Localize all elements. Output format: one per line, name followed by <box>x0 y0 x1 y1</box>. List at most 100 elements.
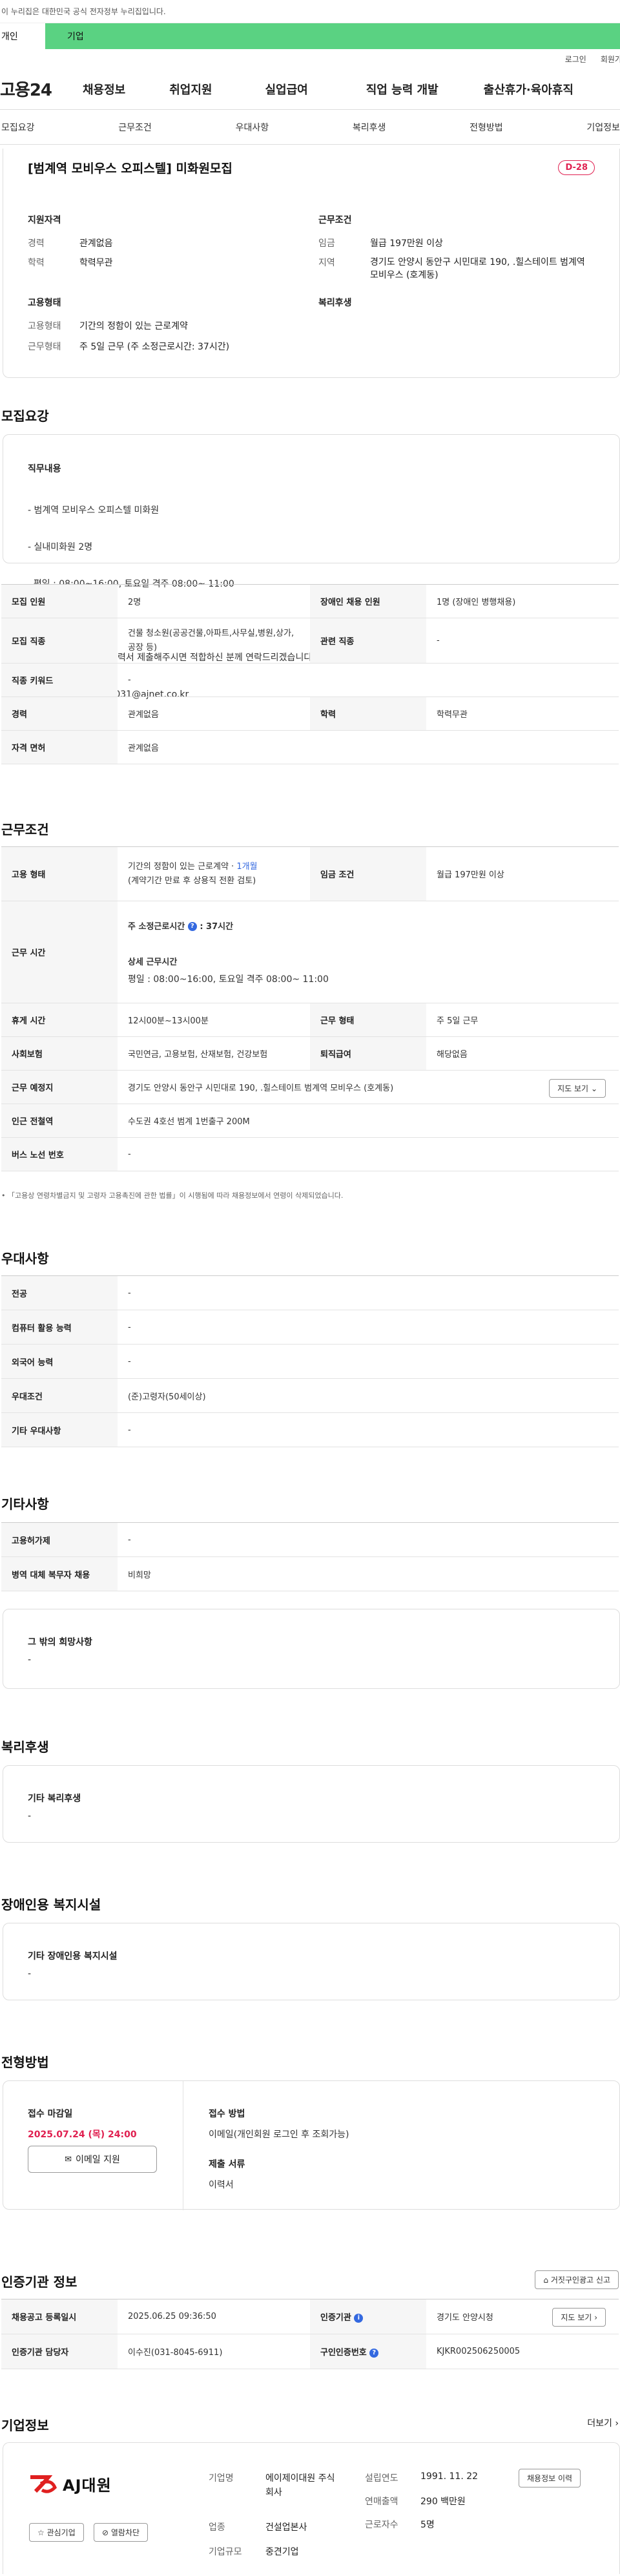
nav-item-training[interactable]: 직업 능력 개발 <box>366 81 439 98</box>
row-label: 인증기관 담당자 <box>1 2334 118 2369</box>
time-detail: 평일 : 08:00~16:00, 토요일 격주 08:00~ 11:00 <box>128 974 329 985</box>
anchor-company[interactable]: 기업정보 <box>586 121 620 134</box>
anchor-workcond[interactable]: 근무조건 <box>118 121 152 134</box>
tab-individual[interactable]: 개인 <box>0 23 45 49</box>
row-value: 12시00분~13시00분 <box>118 1003 310 1037</box>
cert-label: 구인인증번호 <box>320 2348 367 2358</box>
pref-table: 전공 - 컴퓨터 활용 능력 - 외국어 능력 - 우대조건 (준)고령자(50세이상)… <box>1 1275 619 1447</box>
deadline-head: 접수 마감일 <box>28 2109 73 2119</box>
duty-line: - 실내미화원 2명 <box>28 542 93 552</box>
report-button[interactable]: ⌂ 거짓구인광고 신고 <box>535 2270 619 2289</box>
emp-head: 고용형태 <box>28 298 61 308</box>
chevron-down-icon: ⌄ <box>590 1084 597 1093</box>
row-value: KJKR002506250005 <box>426 2334 619 2369</box>
gov-notice: 이 누리집은 대한민국 공식 전자정부 누리집입니다. <box>1 7 166 16</box>
edu-value: 학력무관 <box>79 258 113 268</box>
block-icon: ⊘ <box>102 2528 109 2537</box>
apply-button-label: 이메일 지원 <box>76 2155 120 2165</box>
time-hours: : 37시간 <box>200 921 234 932</box>
site-logo[interactable]: 고용24 <box>0 77 65 101</box>
row-label: 전공 <box>1 1275 118 1310</box>
emp-type: 기간의 정함이 있는 근로계약 · <box>128 861 237 872</box>
row-value: 월급 197만원 이상 <box>426 846 619 901</box>
email-apply-button[interactable]: ✉ 이메일 지원 <box>28 2146 157 2173</box>
sales-label: 연매출액 <box>365 2497 398 2507</box>
row-label: 관련 직종 <box>310 618 426 664</box>
org-label: 인증기관 <box>320 2313 351 2323</box>
login-link[interactable]: 로그인 <box>565 54 586 65</box>
map-button-label: 지도 보기 <box>557 1084 589 1093</box>
job-title: [범계역 모비우스 오피스텔] 미화원모집 <box>28 162 232 176</box>
row-value: 주 소정근로시간 ? : 37시간 상세 근무시간 평일 : 08:00~16:… <box>118 901 619 1003</box>
nav-item-jobs[interactable]: 채용정보 <box>83 81 125 98</box>
cert-section-title: 인증기관 정보 <box>1 2274 78 2290</box>
aj-logo-icon <box>30 2475 57 2493</box>
row-value: 이수진(031-8045-6911) <box>118 2334 310 2369</box>
row-value: 경기도 안양시 동안구 시민대로 190, .힐스테이트 범계역 모비우스 (호… <box>118 1070 619 1104</box>
etc-other-box: 그 밖의 희망사항 - <box>3 1609 620 1689</box>
emp-count-value: 5명 <box>420 2520 435 2530</box>
screen-box: 접수 마감일 2025.07.24 (목) 24:00 ✉ 이메일 지원 접수 방… <box>3 2080 620 2210</box>
help-icon[interactable]: ? <box>187 922 197 931</box>
more-label: 더보기 <box>587 2418 612 2429</box>
job-history-label: 채용정보 이력 <box>527 2474 573 2483</box>
block-label: 열람차단 <box>110 2528 140 2537</box>
main-nav: 고용24 채용정보 취업지원 실업급여 직업 능력 개발 출산휴가·육아휴직 <box>0 68 620 110</box>
help-icon[interactable]: ? <box>369 2348 379 2358</box>
wage-value: 월급 197만원 이상 <box>370 238 443 249</box>
work-value: 주 5일 근무 (주 소정근로시간: 37시간) <box>79 342 230 352</box>
anchor-welfare[interactable]: 복리후생 <box>353 121 386 134</box>
chevron-right-icon: › <box>594 2313 597 2322</box>
deadline-value: 2025.07.24 (목) 24:00 <box>28 2130 137 2140</box>
row-value: - <box>118 1310 619 1345</box>
dday-badge: D-28 <box>558 160 595 175</box>
method-head: 접수 방법 <box>209 2109 245 2119</box>
nav-item-unemployment[interactable]: 실업급여 <box>265 81 308 98</box>
fav-company-button[interactable]: ☆ 관심기업 <box>29 2523 84 2542</box>
row-label: 버스 노선 번호 <box>1 1137 118 1171</box>
etc-table: 고용허가제 - 병역 대체 복무자 채용 비희망 <box>1 1522 619 1591</box>
logo-text: AJ대원 <box>63 2477 112 2495</box>
row-value: 학력무관 <box>426 696 619 731</box>
size-value: 중견기업 <box>265 2547 299 2557</box>
recruit-table: 모집 인원 2명 장애인 채용 인원 1명 (장애인 병행채용) 모집 직종 건물 청소… <box>1 584 619 764</box>
fav-label: 관심기업 <box>46 2528 76 2537</box>
row-label: 퇴직급여 <box>310 1036 426 1071</box>
row-value: - <box>118 663 619 697</box>
disab-section-title: 장애인용 복지시설 <box>1 1897 101 1912</box>
job-history-button[interactable]: 채용정보 이력 <box>519 2469 581 2487</box>
join-link[interactable]: 회원가입 <box>601 54 620 65</box>
row-label: 직종 키워드 <box>1 663 118 697</box>
row-label: 인증기관 i <box>310 2299 426 2334</box>
row-value: 국민연금, 고용보험, 산재보험, 건강보험 <box>118 1036 310 1071</box>
row-label: 모집 인원 <box>1 584 118 618</box>
row-label: 장애인 채용 인원 <box>310 584 426 618</box>
anchor-recruit[interactable]: 모집요강 <box>1 121 35 134</box>
info-icon[interactable]: i <box>354 2313 364 2323</box>
nav-item-support[interactable]: 취업지원 <box>169 81 212 98</box>
cert-table: 채용공고 등록일시 2025.06.25 09:36:50 인증기관 i 경기도 안… <box>1 2299 619 2369</box>
docs-head: 제출 서류 <box>209 2159 245 2170</box>
cert-map-button[interactable]: 지도 보기 › <box>552 2308 606 2327</box>
qual-head: 지원자격 <box>28 215 61 225</box>
region-label: 지역 <box>318 258 335 268</box>
other-head: 그 밖의 희망사항 <box>28 1637 92 1648</box>
company-logo: AJ대원 <box>29 2473 112 2495</box>
year-value: 1991. 11. 22 <box>420 2471 479 2482</box>
row-value: 관계없음 <box>118 730 619 764</box>
anchor-pref[interactable]: 우대사항 <box>236 121 269 134</box>
emp-period: 1개월 <box>236 861 258 872</box>
tab-corporate[interactable]: 기업 <box>45 23 620 49</box>
emp-value: 기간의 정함이 있는 근로계약 <box>79 321 188 331</box>
workcond-table: 고용 형태 기간의 정함이 있는 근로계약 · 1개월 (계약기간 만료 후 상용… <box>1 846 619 1171</box>
welfare-box-value: - <box>28 1811 32 1821</box>
block-company-button[interactable]: ⊘ 열람차단 <box>94 2523 149 2542</box>
map-button[interactable]: 지도 보기 ⌄ <box>549 1079 606 1098</box>
company-more-link[interactable]: 더보기 › <box>587 2416 619 2429</box>
gov-notice-bar: 이 누리집은 대한민국 공식 전자정부 누리집입니다. <box>0 0 620 23</box>
row-label: 고용허가제 <box>1 1522 118 1557</box>
row-value: - <box>118 1137 619 1171</box>
row-value: - <box>426 618 619 664</box>
nav-item-leave[interactable]: 출산휴가·육아휴직 <box>484 81 574 98</box>
anchor-screen[interactable]: 전형방법 <box>470 121 503 134</box>
